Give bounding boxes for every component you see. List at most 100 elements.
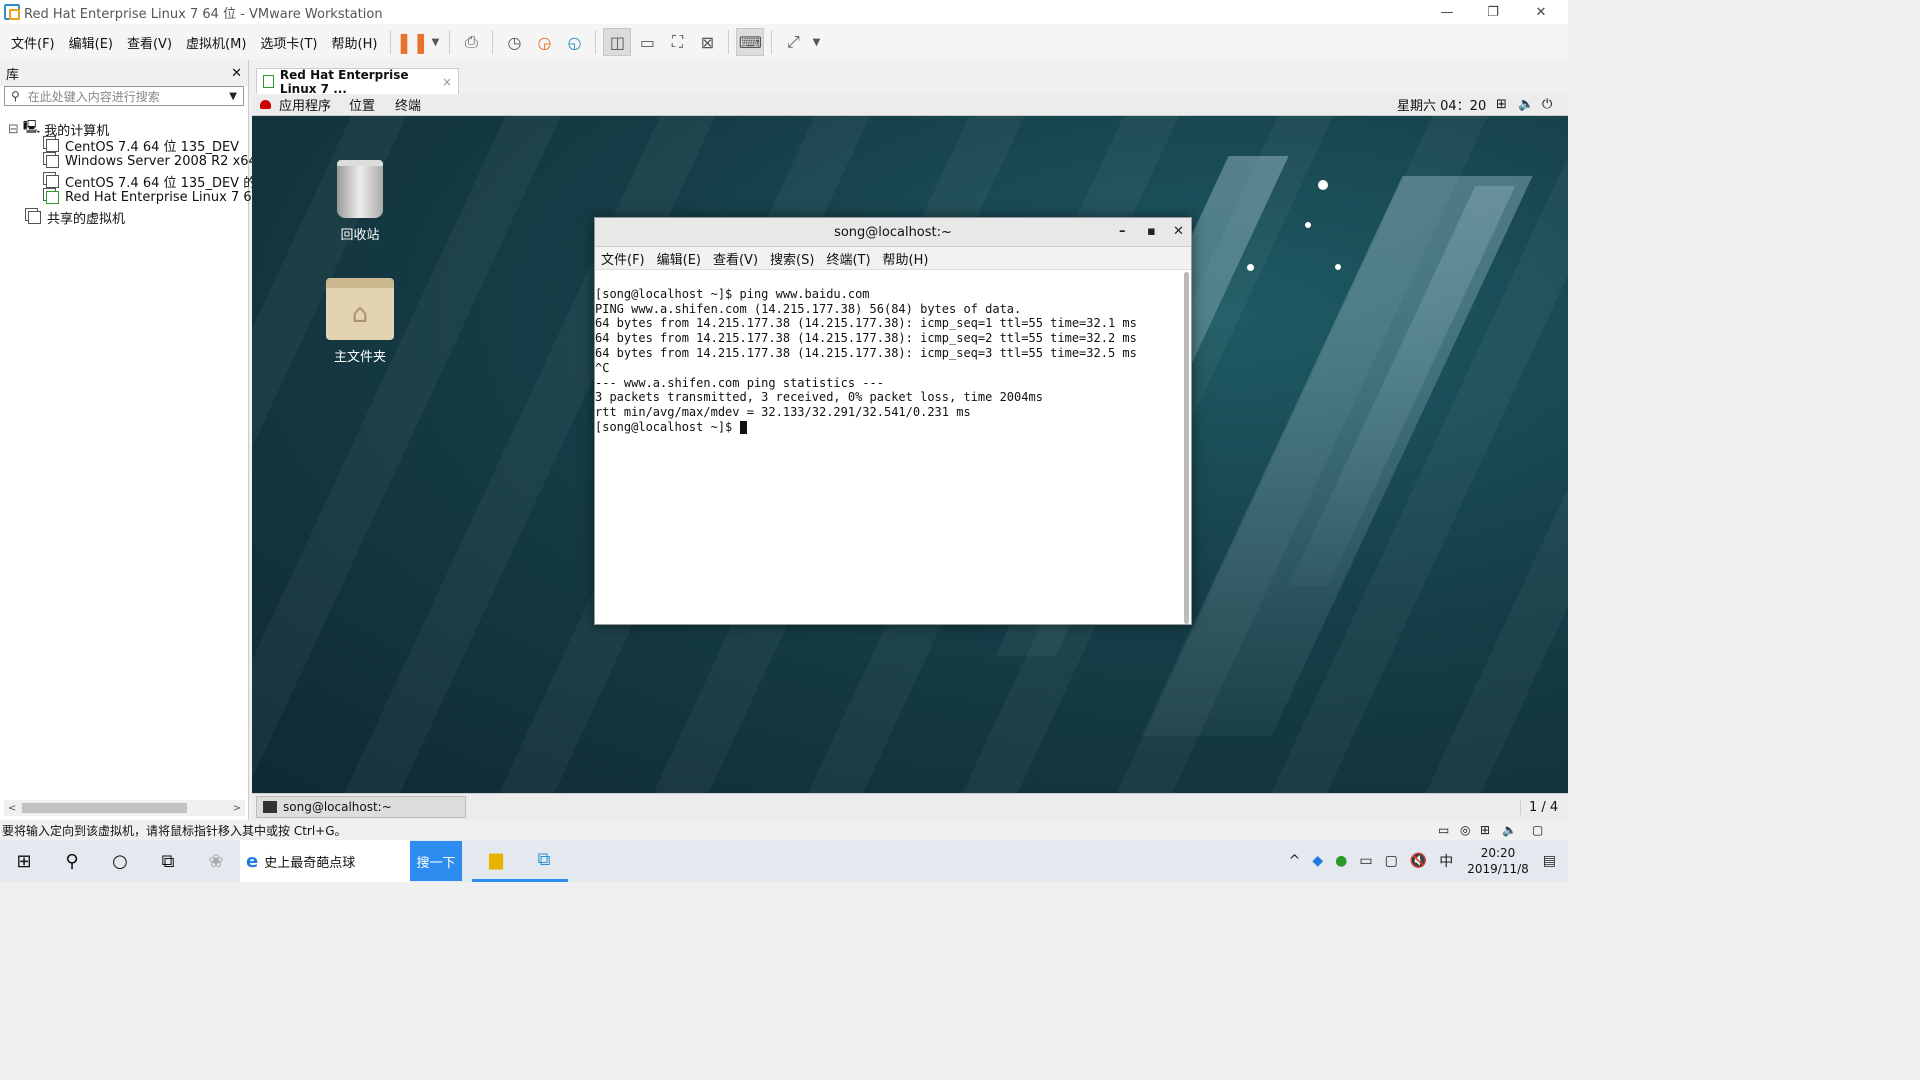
restore-button[interactable]: ❐ [1470,0,1516,24]
terminal-menu-help[interactable]: 帮助(H) [877,249,935,268]
menu-file[interactable]: 文件(F) [4,33,62,52]
terminal-line: PING www.a.shifen.com (14.215.177.38) 56… [595,301,1022,316]
message-log-icon[interactable]: ▢ [1532,823,1543,837]
gnome-applications-menu[interactable]: 应用程序 [279,95,331,114]
thumbnail-bar-icon[interactable]: ▭ [633,28,661,56]
taskbar-clock[interactable]: 20:20 2019/11/8 [1467,845,1529,877]
network-icon[interactable]: ⊞ [1496,97,1507,112]
tray-overflow-icon[interactable]: ^ [1289,853,1301,869]
menu-help[interactable]: 帮助(H) [325,33,385,52]
pinned-app-icon[interactable]: ❀ [192,840,240,882]
library-hscrollbar[interactable]: < > [4,800,245,816]
file-explorer-icon[interactable]: ▆ [472,840,520,882]
revert-snapshot-icon[interactable]: ◶ [530,28,558,56]
volume-icon[interactable]: 🔈 [1518,97,1534,112]
network-adapter-icon[interactable]: ⊞ [1480,823,1490,837]
unity-icon[interactable]: ⊠ [693,28,721,56]
terminal-menu-terminal[interactable]: 终端(T) [820,249,876,268]
terminal-window[interactable]: song@localhost:~ – ▪ ✕ 文件(F) 编辑(E) 查看(V)… [594,217,1192,625]
tree-vm-item[interactable]: CentOS 7.4 64 位 135_DEV 的克 [46,172,269,191]
terminal-menu-edit[interactable]: 编辑(E) [651,249,707,268]
terminal-line: rtt min/avg/max/mdev = 32.133/32.291/32.… [595,405,971,420]
mute-icon[interactable]: 🔇 [1410,853,1427,869]
tree-vm-item[interactable]: Windows Server 2008 R2 x64_c [46,154,270,169]
ime-indicator[interactable]: 中 [1439,851,1453,871]
terminal-prompt: [song@localhost ~]$ [595,419,740,434]
cortana-icon[interactable]: ○ [96,840,144,882]
library-header: 库 ✕ [0,60,248,86]
library-search-input[interactable]: ⚲ 在此处键入内容进行搜索 ▼ [4,86,244,106]
cdrom-icon[interactable]: ◎ [1460,823,1470,837]
taskbar-search-box[interactable]: e 史上最奇葩点球 [240,840,410,882]
gnome-terminal-menu[interactable]: 终端 [395,95,421,114]
shared-vm-icon [28,211,41,224]
terminal-close-icon[interactable]: ✕ [1173,224,1184,239]
tree-vm-item[interactable]: CentOS 7.4 64 位 135_DEV [46,136,239,155]
scroll-right-icon[interactable]: > [233,803,241,814]
console-view-icon[interactable]: ⌨ [736,28,765,56]
library-panel: 库 ✕ ⚲ 在此处键入内容进行搜索 ▼ ⊟ 🖳 我的计算机 CentOS 7.4… [0,60,270,820]
gnome-places-menu[interactable]: 位置 [349,95,375,114]
notification-icon[interactable]: ▤ [1543,853,1556,869]
taskbar-search-button[interactable]: 搜一下 [410,841,462,881]
chevron-down-icon[interactable]: ▼ [229,91,237,102]
sound-icon[interactable]: 🔈 [1502,823,1517,837]
tree-shared-label: 共享的虚拟机 [47,212,126,227]
library-close-icon[interactable]: ✕ [231,66,242,81]
task-view-icon[interactable]: ⧉ [144,840,192,882]
terminal-output[interactable]: [song@localhost ~]$ ping www.baidu.com PI… [595,270,1191,464]
snapshot-manager-icon[interactable]: ◵ [560,28,588,56]
search-icon[interactable]: ⚲ [48,840,96,882]
tab-close-icon[interactable]: × [442,75,452,89]
tree-shared-vms[interactable]: 共享的虚拟机 [28,208,125,227]
terminal-menu-view[interactable]: 查看(V) [707,249,764,268]
network-tray-icon[interactable]: ▢ [1385,853,1398,869]
tree-vm-item-active[interactable]: Red Hat Enterprise Linux 7 64 f [46,190,269,205]
menu-vm[interactable]: 虚拟机(M) [179,33,253,52]
stretch-icon[interactable]: ⤢ [779,28,807,56]
desktop-trash[interactable]: 回收站 [310,160,410,243]
dropbox-icon[interactable]: ◆ [1312,853,1323,869]
tree-vm-label: Red Hat Enterprise Linux 7 64 f [65,190,269,205]
tray-app-icon[interactable]: ● [1335,853,1347,869]
battery-icon[interactable]: ▭ [1359,853,1372,869]
terminal-maximize-icon[interactable]: ▪ [1147,224,1156,239]
stretch-dropdown-icon[interactable]: ▼ [809,28,823,56]
gnome-clock[interactable]: 星期六 04：20 [1397,95,1486,114]
library-toggle-icon[interactable]: ◫ [603,28,632,56]
menu-view[interactable]: 查看(V) [120,33,179,52]
desktop-home-folder[interactable]: ⌂ 主文件夹 [310,278,410,365]
terminal-titlebar[interactable]: song@localhost:~ – ▪ ✕ [595,218,1191,247]
terminal-minimize-icon[interactable]: – [1119,224,1126,239]
pause-icon[interactable]: ❚❚ [396,28,430,56]
terminal-menu-file[interactable]: 文件(F) [595,249,651,268]
terminal-scrollbar[interactable] [1184,272,1189,624]
snapshot-icon[interactable]: ◷ [500,28,528,56]
fullscreen-icon[interactable]: ⛶ [663,28,691,56]
menu-tabs[interactable]: 选项卡(T) [253,33,324,52]
home-folder-label: 主文件夹 [333,350,386,365]
send-ctrl-alt-del-icon[interactable]: ⎙ [457,28,485,56]
scroll-left-icon[interactable]: < [8,803,16,814]
window-list-item[interactable]: song@localhost:~ [256,796,466,818]
hdd-icon[interactable]: ▭ [1438,823,1449,837]
terminal-title: song@localhost:~ [834,224,952,240]
windows-start-icon[interactable]: ⊞ [0,840,48,882]
window-list-label: song@localhost:~ [283,800,392,814]
scroll-thumb[interactable] [22,803,187,813]
vmware-taskbar-icon[interactable]: ⧉ [520,840,568,882]
close-button[interactable]: ✕ [1518,0,1564,24]
workspace-indicator[interactable]: 1 / 4 [1520,799,1558,815]
chevron-down-icon[interactable]: ▼ [428,28,442,56]
power-icon[interactable]: ⏻ [1542,97,1552,112]
library-search-placeholder: 在此处键入内容进行搜索 [27,89,160,104]
vmware-app-icon [4,4,20,20]
vmware-status-bar: 要将输入定向到该虚拟机，请将鼠标指针移入其中或按 Ctrl+G。 ▭ ◎ ⊞ 🔈… [0,820,1568,840]
terminal-line: --- www.a.shifen.com ping statistics --- [595,375,884,390]
menu-edit[interactable]: 编辑(E) [62,33,120,52]
vm-tab[interactable]: Red Hat Enterprise Linux 7 ... × [256,68,459,96]
terminal-icon [263,801,277,813]
terminal-menu-search[interactable]: 搜索(S) [764,249,820,268]
tree-collapse-icon[interactable]: ⊟ [8,122,19,137]
minimize-button[interactable]: — [1424,0,1470,24]
